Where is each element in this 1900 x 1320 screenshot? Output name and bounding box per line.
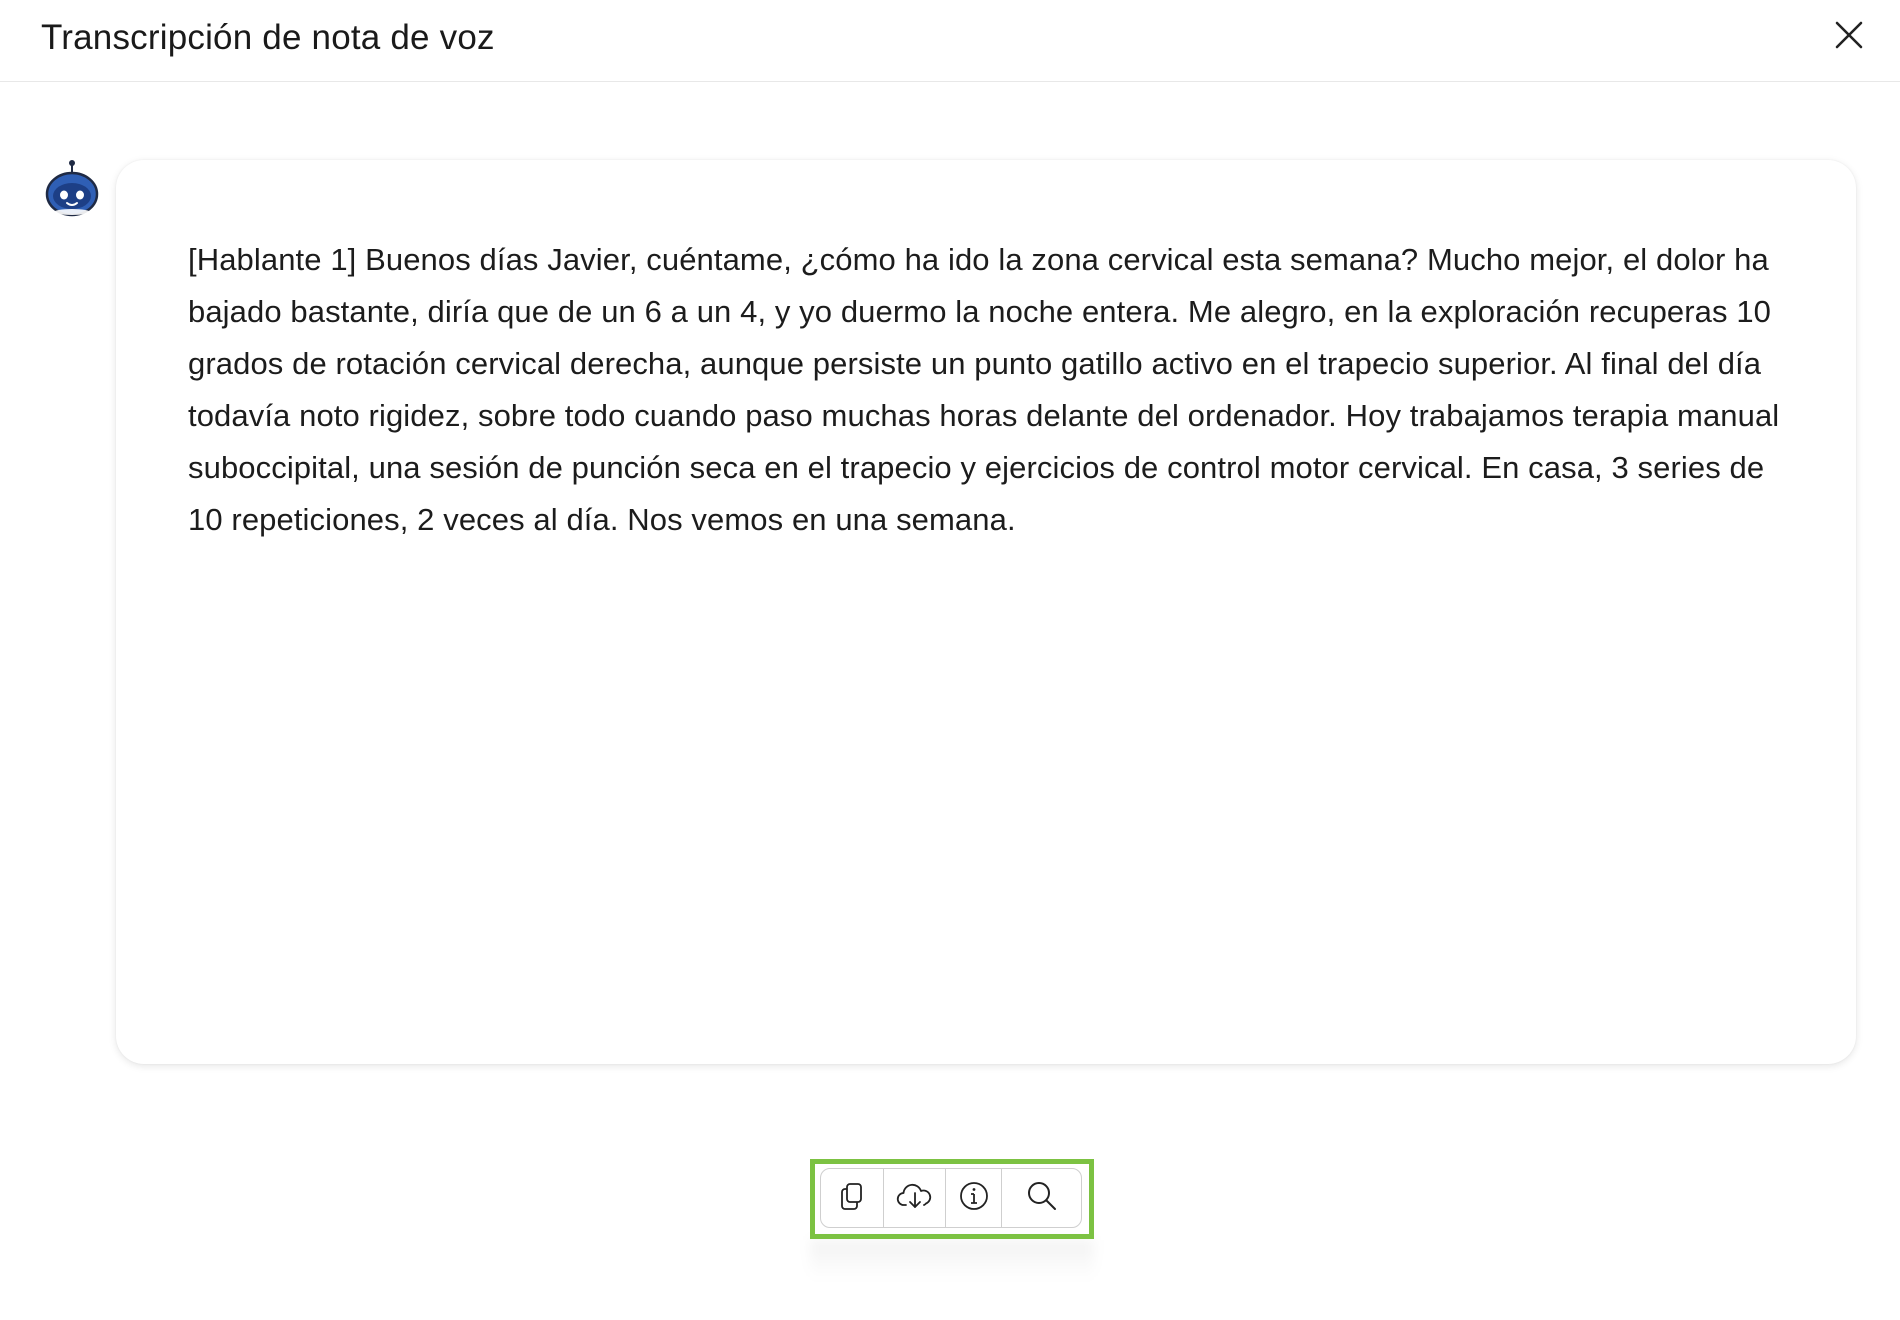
copy-button[interactable] (821, 1169, 883, 1227)
transcript-text: [Hablante 1] Buenos días Javier, cuéntam… (188, 242, 1780, 537)
close-icon (1834, 20, 1864, 55)
search-icon (1026, 1180, 1058, 1217)
modal-header: Transcripción de nota de voz (0, 0, 1900, 82)
cloud-download-icon (896, 1181, 934, 1216)
robot-avatar-icon (44, 158, 100, 218)
download-button[interactable] (883, 1169, 945, 1227)
copy-icon (837, 1181, 867, 1216)
close-button[interactable] (1826, 14, 1872, 60)
page-title: Transcripción de nota de voz (41, 18, 495, 57)
info-icon (958, 1180, 990, 1217)
search-button[interactable] (1001, 1169, 1081, 1227)
toolbar-shadow (810, 1240, 1094, 1280)
message-actions-toolbar (820, 1168, 1082, 1228)
transcript-card: [Hablante 1] Buenos días Javier, cuéntam… (116, 160, 1856, 1064)
info-button[interactable] (945, 1169, 1001, 1227)
